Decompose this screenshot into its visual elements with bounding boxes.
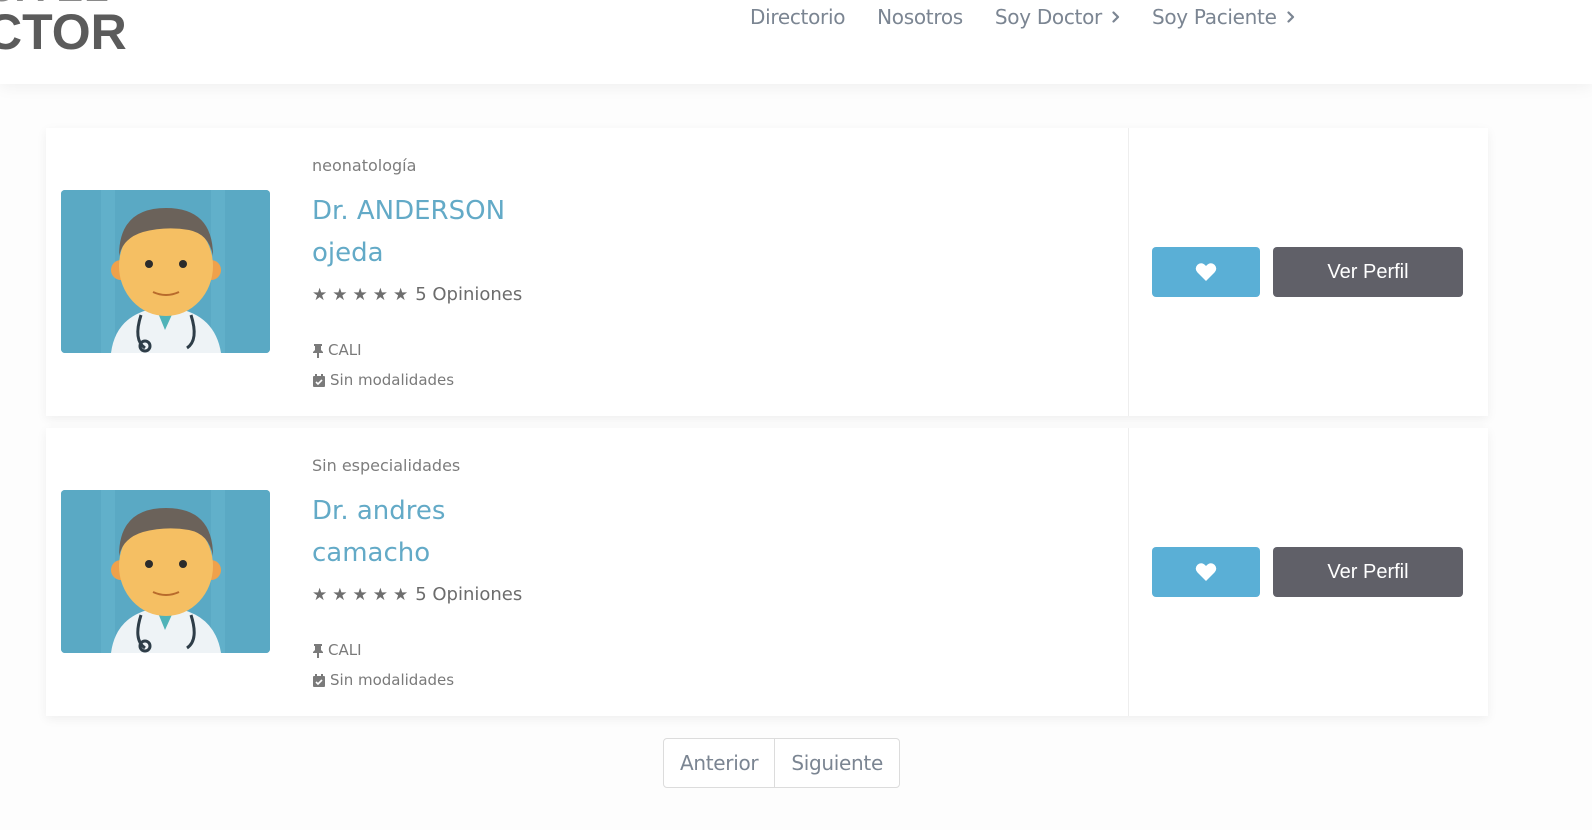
modalities-label: Sin modalidades <box>330 371 455 389</box>
doctor-card: Sin especialidades Dr. andres camacho ★★… <box>46 428 1488 716</box>
reviews-count[interactable]: 5 Opiniones <box>415 584 522 605</box>
modalities-label: Sin modalidades <box>330 671 455 689</box>
doctor-name-line2: camacho <box>312 538 431 568</box>
doctor-specialty: Sin especialidades <box>312 456 461 475</box>
site-logo[interactable]: CA EL CTOR <box>0 0 127 60</box>
city-label: CALI <box>328 341 362 359</box>
previous-page-button[interactable]: Anterior <box>664 739 774 787</box>
favorite-button[interactable] <box>1152 547 1260 597</box>
doctor-rating: ★★★★★ 5 Opiniones <box>312 584 522 605</box>
nav-item-label: Directorio <box>750 5 846 29</box>
doctor-name-line1: Dr. ANDERSON <box>312 196 506 226</box>
nav-item-label: Nosotros <box>877 5 963 29</box>
next-page-button[interactable]: Siguiente <box>774 739 899 787</box>
pagination: Anterior Siguiente <box>663 738 900 788</box>
nav-item-soy-paciente[interactable]: Soy Paciente <box>1152 5 1295 29</box>
doctor-modalities: Sin modalidades <box>312 371 454 389</box>
star-rating-icon: ★★★★★ <box>312 584 414 605</box>
view-profile-button[interactable]: Ver Perfil <box>1273 547 1463 597</box>
nav-item-nosotros[interactable]: Nosotros <box>877 5 963 29</box>
doctor-avatar[interactable] <box>61 190 270 353</box>
card-divider <box>1128 428 1129 716</box>
nav-item-directorio[interactable]: Directorio <box>750 5 845 29</box>
doctor-name-line2: ojeda <box>312 238 384 268</box>
logo-line-2: CTOR <box>0 4 127 60</box>
chevron-right-icon <box>1112 11 1120 23</box>
doctor-city: CALI <box>312 641 362 659</box>
reviews-count[interactable]: 5 Opiniones <box>415 284 522 305</box>
city-label: CALI <box>328 641 362 659</box>
view-profile-button[interactable]: Ver Perfil <box>1273 247 1463 297</box>
calendar-check-icon <box>313 673 325 687</box>
doctor-specialty: neonatología <box>312 156 417 175</box>
pin-icon <box>313 643 323 658</box>
doctor-city: CALI <box>312 341 362 359</box>
doctor-avatar[interactable] <box>61 490 270 653</box>
heart-icon <box>1195 563 1217 581</box>
nav-item-soy-doctor[interactable]: Soy Doctor <box>995 5 1120 29</box>
doctor-name[interactable]: Dr. andres camacho <box>312 490 445 574</box>
doctor-rating: ★★★★★ 5 Opiniones <box>312 284 522 305</box>
main-nav: Directorio Nosotros Soy Doctor Soy Pacie… <box>750 0 1327 34</box>
pin-icon <box>313 343 323 358</box>
favorite-button[interactable] <box>1152 247 1260 297</box>
doctor-modalities: Sin modalidades <box>312 671 454 689</box>
star-rating-icon: ★★★★★ <box>312 284 414 305</box>
doctor-name-line1: Dr. andres <box>312 496 446 526</box>
chevron-right-icon <box>1286 11 1294 23</box>
nav-item-label: Soy Paciente <box>1151 5 1277 29</box>
top-header: CA EL CTOR Directorio Nosotros Soy Docto… <box>0 0 1592 84</box>
calendar-check-icon <box>313 373 325 387</box>
heart-icon <box>1195 263 1217 281</box>
doctor-name[interactable]: Dr. ANDERSON ojeda <box>312 190 505 274</box>
nav-item-label: Soy Doctor <box>994 5 1102 29</box>
doctor-card: neonatología Dr. ANDERSON ojeda ★★★★★ 5 … <box>46 128 1488 416</box>
card-divider <box>1128 128 1129 416</box>
